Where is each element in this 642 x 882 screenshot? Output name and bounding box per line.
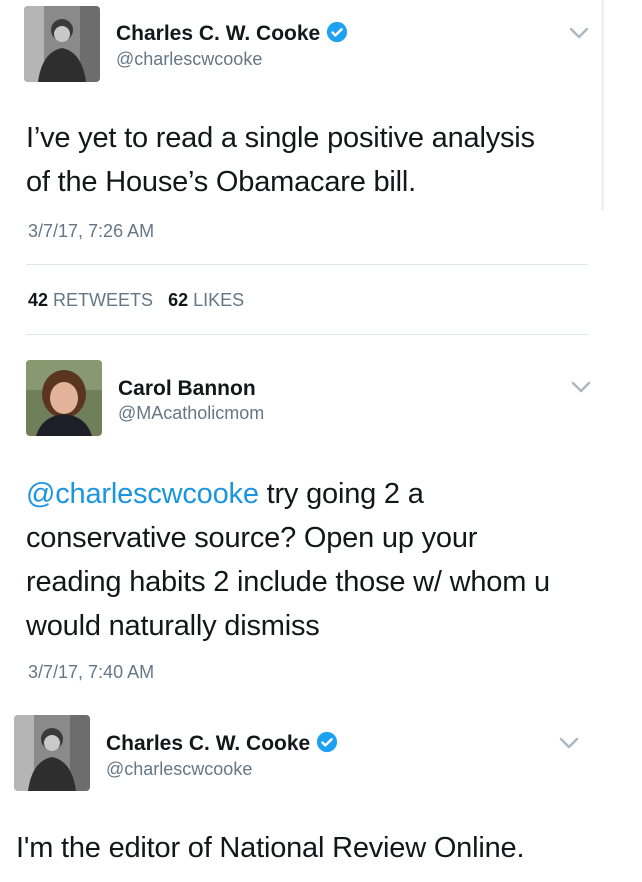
tweet-text-line: @charlescwcooke try going 2 a	[26, 478, 424, 510]
divider	[26, 264, 588, 265]
verified-badge-icon	[327, 21, 348, 43]
author-handle[interactable]: @MAcatholicmom	[118, 403, 264, 424]
tweet-timestamp[interactable]: 3/7/17, 7:26 AM	[28, 221, 154, 242]
avatar-carol-bannon[interactable]	[26, 360, 102, 436]
chevron-down-icon[interactable]	[568, 26, 590, 40]
tweet-text-line: reading habits 2 include those w/ whom u	[26, 566, 550, 598]
tweet-timestamp[interactable]: 3/7/17, 7:40 AM	[28, 662, 154, 683]
mention-link[interactable]: @charlescwcooke	[26, 478, 259, 510]
avatar-charles-cooke[interactable]	[24, 6, 100, 82]
tweet-text-line: conservative source? Open up your	[26, 522, 478, 554]
tweet-text-line: would naturally dismiss	[26, 610, 320, 642]
likes-stat[interactable]: 62 LIKES	[168, 290, 244, 310]
author-name[interactable]: Charles C. W. Cooke	[116, 21, 348, 46]
tweet-thread: Charles C. W. Cooke @charlescwcooke I’ve…	[0, 0, 642, 882]
retweets-stat[interactable]: 42 RETWEETS	[28, 290, 153, 310]
tweet-text: I’ve yet to read a single positive analy…	[26, 116, 535, 204]
author-name[interactable]: Carol Bannon	[118, 377, 256, 401]
scrollbar[interactable]	[601, 0, 604, 210]
chevron-down-icon[interactable]	[570, 380, 592, 394]
tweet-text-line: I'm the editor of National Review Online…	[16, 832, 525, 864]
author-handle[interactable]: @charlescwcooke	[116, 49, 262, 70]
tweet-text: I'm the editor of National Review Online…	[16, 826, 525, 870]
author-handle[interactable]: @charlescwcooke	[106, 759, 252, 780]
chevron-down-icon[interactable]	[558, 736, 580, 750]
tweet-text-line: I’ve yet to read a single positive analy…	[26, 122, 535, 154]
verified-badge-icon	[317, 731, 338, 753]
avatar-charles-cooke[interactable]	[14, 715, 90, 791]
divider	[26, 334, 588, 335]
tweet-stats: 42 RETWEETS 62 LIKES	[28, 290, 244, 311]
tweet-text: @charlescwcooke try going 2 a conservati…	[26, 472, 550, 648]
author-name[interactable]: Charles C. W. Cooke	[106, 731, 338, 756]
tweet-text-line: of the House’s Obamacare bill.	[26, 166, 417, 198]
